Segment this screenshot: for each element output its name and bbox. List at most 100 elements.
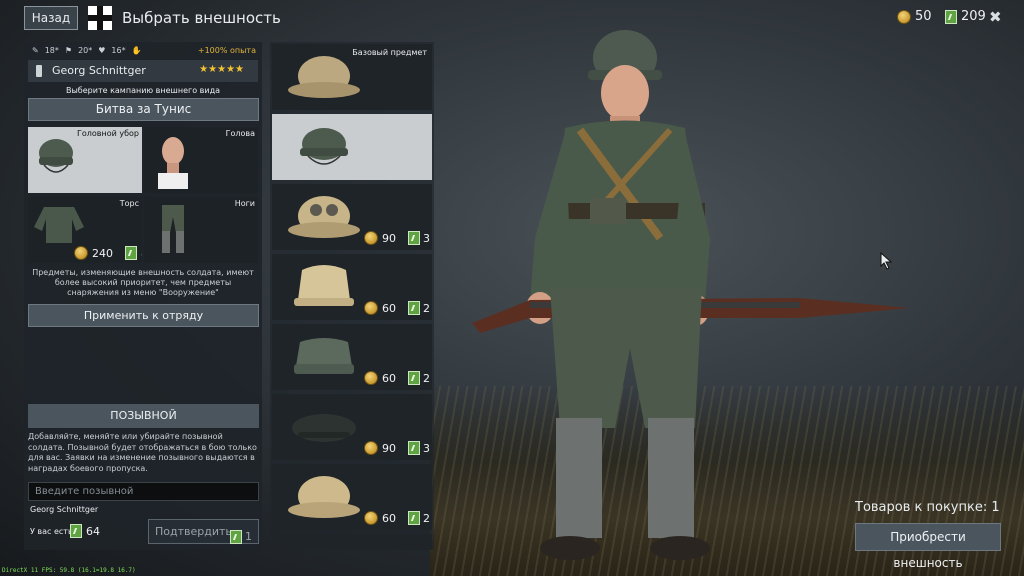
list-item[interactable]: 90 3 bbox=[272, 394, 432, 460]
pith-helmet-thumbnail bbox=[288, 476, 360, 518]
callsign-input[interactable] bbox=[28, 482, 259, 501]
slot-label: Ноги bbox=[234, 199, 255, 208]
fps-debug-text: DirectX 11 FPS: 59.8 (16.1=19.8 16.7) bbox=[2, 567, 136, 574]
ticket-balance: 209 bbox=[945, 9, 986, 24]
helmet-thumbnail bbox=[39, 139, 73, 173]
item-price: 90 3 bbox=[364, 231, 430, 245]
field-cap-thumbnail bbox=[294, 338, 354, 374]
run-icon: ⚑ bbox=[64, 46, 73, 55]
list-item[interactable]: 60 2 bbox=[272, 324, 432, 390]
ticket-price: 3 bbox=[423, 231, 430, 245]
ticket-price: 2 bbox=[423, 511, 430, 525]
back-button[interactable]: Назад bbox=[24, 6, 78, 30]
gold-price: 240 bbox=[92, 246, 113, 260]
confirm-callsign-button[interactable]: Подтвердить 1 bbox=[148, 519, 259, 544]
gold-price: 60 bbox=[382, 301, 396, 315]
buy-appearance-button[interactable]: Приобрести внешность bbox=[855, 523, 1001, 570]
confirm-cost: 1 bbox=[230, 525, 252, 548]
item-price: 60 2 bbox=[364, 371, 430, 385]
soldier-appearance-panel: ✎ 18* ⚑ 20* ♥ 16* ✋ +100% опыта Georg Sc… bbox=[24, 42, 262, 550]
rating-stars: ★★★★★ bbox=[199, 64, 244, 75]
ticket-icon bbox=[70, 524, 82, 538]
headgear-item-list: Базовый предмет 90 3 60 2 60 2 90 3 60 2 bbox=[270, 42, 434, 550]
ticket-price: 2 bbox=[423, 371, 430, 385]
head-thumbnail bbox=[158, 137, 188, 189]
steel-helmet-thumbnail bbox=[300, 128, 348, 165]
item-price: 60 2 bbox=[364, 511, 430, 525]
gold-price: 60 bbox=[382, 511, 396, 525]
gold-amount: 50 bbox=[915, 9, 932, 24]
item-label: Базовый предмет bbox=[352, 48, 427, 57]
exp-bonus: +100% опыта bbox=[197, 46, 256, 55]
ticket-icon bbox=[230, 529, 242, 544]
item-price: 60 2 bbox=[364, 301, 430, 315]
beret-thumbnail bbox=[292, 414, 356, 442]
ticket-icon bbox=[125, 246, 137, 260]
gold-coin-icon bbox=[364, 231, 378, 245]
ticket-icon bbox=[408, 371, 420, 385]
pith-helmet-goggles-thumbnail bbox=[288, 196, 360, 238]
apply-to-squad-button[interactable]: Применить к отряду bbox=[28, 304, 259, 327]
callsign-description: Добавляйте, меняйте или убирайте позывно… bbox=[28, 432, 257, 473]
stat-value: 20* bbox=[78, 46, 93, 55]
soldier-row: Georg Schnittger ★★★★★ bbox=[28, 60, 258, 82]
gold-coin-icon bbox=[364, 511, 378, 525]
gold-coin-icon bbox=[897, 9, 911, 24]
gold-coin-icon bbox=[74, 246, 88, 260]
ticket-icon bbox=[408, 301, 420, 315]
slot-legs[interactable]: Ноги bbox=[144, 197, 258, 263]
list-item[interactable]: 60 2 bbox=[272, 254, 432, 320]
list-item[interactable]: 60 2 bbox=[272, 464, 432, 530]
campaign-select-button[interactable]: Битва за Тунис bbox=[28, 98, 259, 121]
slot-label: Торс bbox=[119, 199, 139, 208]
list-item[interactable]: Базовый предмет bbox=[272, 44, 432, 110]
heart-icon: ♥ bbox=[98, 46, 106, 55]
gold-balance: 50 bbox=[897, 9, 932, 24]
page-title: Выбрать внешность bbox=[122, 9, 281, 27]
purchase-count: Товаров к покупке: 1 bbox=[855, 500, 1000, 515]
slot-label: Головной убор bbox=[76, 129, 139, 138]
ticket-icon bbox=[945, 9, 957, 24]
have-label: У вас есть bbox=[30, 527, 73, 536]
legs-thumbnail bbox=[162, 205, 184, 253]
callsign-header: ПОЗЫВНОЙ bbox=[28, 404, 259, 428]
ticket-price: 8 bbox=[141, 247, 142, 260]
balkenkreuz-icon bbox=[88, 6, 112, 30]
slot-head[interactable]: Голова bbox=[144, 127, 258, 193]
stat-value: 18* bbox=[44, 46, 59, 55]
rank-icon bbox=[36, 65, 42, 77]
soldier-model bbox=[472, 30, 910, 560]
ticket-amount: 209 bbox=[961, 9, 986, 24]
appearance-info-text: Предметы, изменяющие внешность солдата, … bbox=[32, 268, 254, 297]
gold-coin-icon bbox=[364, 301, 378, 315]
gold-price: 90 bbox=[382, 231, 396, 245]
callsign-owner: Georg Schnittger bbox=[30, 505, 99, 514]
slot-torso[interactable]: Торс 240 8 bbox=[28, 197, 142, 263]
list-item[interactable]: 90 3 bbox=[272, 184, 432, 250]
slot-headgear[interactable]: Головной убор bbox=[28, 127, 142, 193]
slot-price: 240 8 bbox=[74, 246, 142, 260]
gold-coin-icon bbox=[364, 371, 378, 385]
slot-label: Голова bbox=[225, 129, 255, 138]
stat-value: 16* bbox=[111, 46, 126, 55]
have-value: 64 bbox=[70, 524, 100, 538]
item-price: 90 3 bbox=[364, 441, 430, 455]
hand-icon: ✋ bbox=[131, 46, 142, 55]
list-item[interactable] bbox=[272, 534, 432, 550]
list-item[interactable] bbox=[272, 114, 432, 180]
pith-helmet-thumbnail bbox=[288, 56, 360, 98]
confirm-cost-amount: 1 bbox=[245, 530, 252, 543]
mouse-cursor-icon bbox=[880, 252, 892, 270]
campaign-hint: Выберите кампанию внешнего вида bbox=[66, 86, 220, 95]
ticket-price: 3 bbox=[423, 441, 430, 455]
soldier-name: Georg Schnittger bbox=[52, 64, 146, 77]
wrench-icon: ✎ bbox=[32, 46, 39, 55]
gold-price: 90 bbox=[382, 441, 396, 455]
close-icon[interactable]: ✖ bbox=[989, 8, 1002, 26]
gold-coin-icon bbox=[364, 441, 378, 455]
gold-price: 60 bbox=[382, 371, 396, 385]
confirm-label: Подтвердить bbox=[155, 525, 232, 538]
ticket-icon bbox=[408, 231, 420, 245]
tropical-cap-thumbnail bbox=[294, 265, 354, 306]
have-amount: 64 bbox=[86, 524, 100, 538]
